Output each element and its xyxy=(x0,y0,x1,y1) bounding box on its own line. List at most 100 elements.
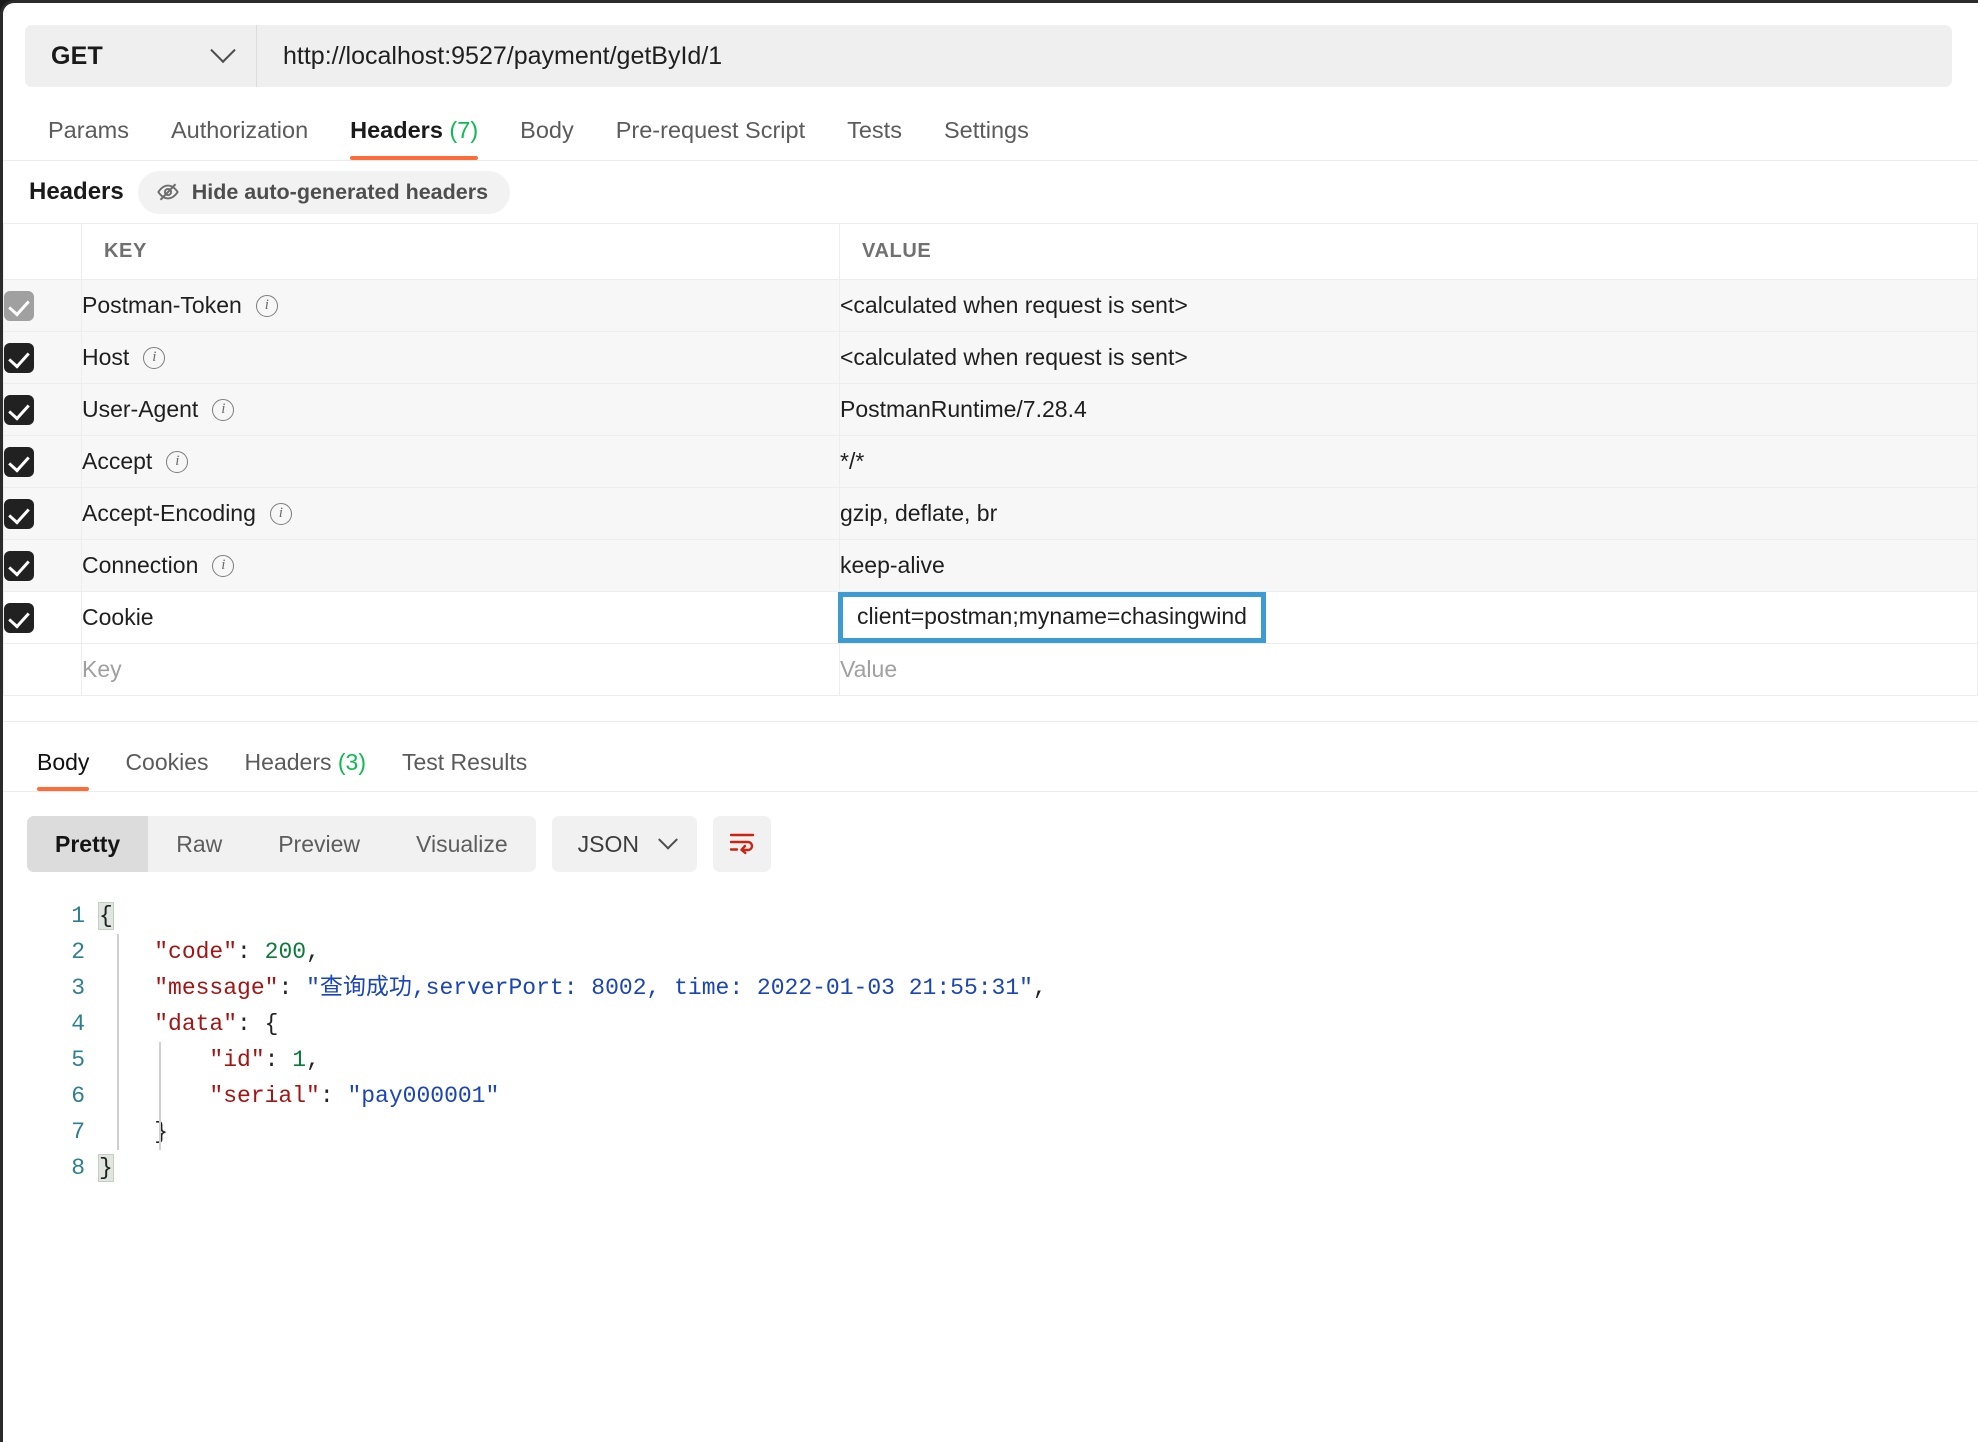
info-icon[interactable]: i xyxy=(256,295,278,317)
info-icon[interactable]: i xyxy=(143,347,165,369)
header-key-cell[interactable]: User-Agent i xyxy=(82,384,840,436)
header-row: User-Agent i PostmanRuntime/7.28.4 xyxy=(4,384,1978,436)
info-icon[interactable]: i xyxy=(212,555,234,577)
request-tab-label: Tests xyxy=(847,117,902,143)
header-key-text: User-Agent xyxy=(82,396,198,423)
header-checkbox[interactable] xyxy=(4,447,34,477)
header-value-text: client=postman;myname=chasingwind xyxy=(857,603,1247,629)
header-value-cell[interactable]: <calculated when request is sent> xyxy=(840,280,1978,332)
request-tab-body[interactable]: Body xyxy=(499,117,595,160)
header-checkbox[interactable] xyxy=(4,291,34,321)
column-header-value: VALUE xyxy=(840,224,1978,280)
header-value-text: gzip, deflate, br xyxy=(840,500,997,526)
request-tab-settings[interactable]: Settings xyxy=(923,117,1050,160)
header-key-cell[interactable]: Connectioni xyxy=(82,540,840,592)
request-tabs: ParamsAuthorizationHeaders (7)BodyPre-re… xyxy=(3,87,1978,161)
request-tab-headers[interactable]: Headers (7) xyxy=(329,117,499,160)
code-line: "message": "查询成功,serverPort: 8002, time:… xyxy=(99,970,1978,1006)
response-tab-test-results[interactable]: Test Results xyxy=(384,749,545,791)
code-token xyxy=(99,1011,154,1037)
header-checkbox[interactable] xyxy=(4,343,34,373)
code-line: } xyxy=(99,1114,1978,1150)
request-tab-tests[interactable]: Tests xyxy=(826,117,923,160)
code-token: } xyxy=(99,1155,113,1181)
request-tab-label: Settings xyxy=(944,117,1029,143)
header-row: Connectionikeep-alive xyxy=(4,540,1978,592)
header-value-cell[interactable]: */* xyxy=(840,436,1978,488)
response-tab-headers[interactable]: Headers (3) xyxy=(227,749,384,791)
response-format-selector[interactable]: JSON xyxy=(552,816,697,872)
code-token: "data" xyxy=(154,1011,237,1037)
response-tab-label: Test Results xyxy=(402,749,527,775)
code-token: , xyxy=(1033,975,1047,1001)
header-key-cell[interactable]: Cookie xyxy=(82,592,840,644)
header-enabled-cell-empty xyxy=(4,644,82,696)
code-token: : xyxy=(237,939,265,965)
request-tab-pre-request-script[interactable]: Pre-request Script xyxy=(595,117,826,160)
code-line: "id": 1, xyxy=(99,1042,1978,1078)
response-tab-body[interactable]: Body xyxy=(19,749,107,791)
headers-section-title: Headers xyxy=(29,178,124,206)
code-token: 1 xyxy=(292,1047,306,1073)
word-wrap-button[interactable] xyxy=(713,816,771,872)
headers-table-header-row: KEY VALUE xyxy=(4,224,1978,280)
header-key-cell[interactable]: Accepti xyxy=(82,436,840,488)
code-token: : xyxy=(320,1083,348,1109)
header-value-cell[interactable]: gzip, deflate, br xyxy=(840,488,1978,540)
new-header-value-input[interactable]: Value xyxy=(840,644,1978,696)
view-mode-preview[interactable]: Preview xyxy=(250,816,388,872)
code-token: "查询成功,serverPort: 8002, time: 2022-01-03… xyxy=(306,975,1033,1001)
header-value-cell[interactable]: client=postman;myname=chasingwind xyxy=(840,592,1978,644)
code-token: "serial" xyxy=(209,1083,319,1109)
response-body-viewer[interactable]: 12345678 { "code": 200, "message": "查询成功… xyxy=(3,872,1978,1186)
code-token: : xyxy=(265,1047,293,1073)
view-mode-pretty[interactable]: Pretty xyxy=(27,816,148,872)
response-format-label: JSON xyxy=(578,831,639,858)
header-key-cell[interactable]: Postman-Tokeni xyxy=(82,280,840,332)
response-body-code[interactable]: { "code": 200, "message": "查询成功,serverPo… xyxy=(99,898,1978,1186)
code-line: "serial": "pay000001" xyxy=(99,1078,1978,1114)
header-checkbox[interactable] xyxy=(4,395,34,425)
header-value-cell[interactable]: keep-alive xyxy=(840,540,1978,592)
header-checkbox[interactable] xyxy=(4,499,34,529)
request-tab-label: Headers xyxy=(350,117,443,143)
header-checkbox[interactable] xyxy=(4,551,34,581)
highlight-annotation-box: client=postman;myname=chasingwind xyxy=(838,592,1266,643)
line-number: 1 xyxy=(3,898,85,934)
line-number: 4 xyxy=(3,1006,85,1042)
line-number: 3 xyxy=(3,970,85,1006)
column-header-key: KEY xyxy=(82,224,840,280)
info-icon[interactable]: i xyxy=(270,503,292,525)
info-icon[interactable]: i xyxy=(212,399,234,421)
response-tab-label: Cookies xyxy=(125,749,208,775)
request-tab-params[interactable]: Params xyxy=(27,117,150,160)
hide-auto-generated-headers-button[interactable]: Hide auto-generated headers xyxy=(138,171,510,214)
header-value-cell[interactable]: PostmanRuntime/7.28.4 xyxy=(840,384,1978,436)
line-number: 7 xyxy=(3,1114,85,1150)
header-key-cell[interactable]: Hosti xyxy=(82,332,840,384)
new-header-key-input[interactable]: Key xyxy=(82,644,840,696)
code-token xyxy=(99,975,154,1001)
response-tab-cookies[interactable]: Cookies xyxy=(107,749,226,791)
panel-divider xyxy=(3,696,1978,722)
request-tab-count: (7) xyxy=(443,117,478,143)
request-tab-authorization[interactable]: Authorization xyxy=(150,117,329,160)
header-enabled-cell xyxy=(4,540,82,592)
view-mode-visualize[interactable]: Visualize xyxy=(388,816,536,872)
line-number: 2 xyxy=(3,934,85,970)
code-token xyxy=(99,1047,209,1073)
header-checkbox[interactable] xyxy=(4,603,34,633)
header-key-cell[interactable]: Accept-Encodingi xyxy=(82,488,840,540)
code-token: "message" xyxy=(154,975,278,1001)
line-number: 6 xyxy=(3,1078,85,1114)
response-tab-label: Headers xyxy=(245,749,332,775)
code-line: { xyxy=(99,898,1978,934)
http-method-selector[interactable]: GET xyxy=(25,25,257,87)
header-new-row: KeyValue xyxy=(4,644,1978,696)
request-tab-label: Params xyxy=(48,117,129,143)
info-icon[interactable]: i xyxy=(166,451,188,473)
header-enabled-cell xyxy=(4,436,82,488)
header-value-cell[interactable]: <calculated when request is sent> xyxy=(840,332,1978,384)
view-mode-raw[interactable]: Raw xyxy=(148,816,250,872)
url-input[interactable]: http://localhost:9527/payment/getById/1 xyxy=(257,25,1952,87)
